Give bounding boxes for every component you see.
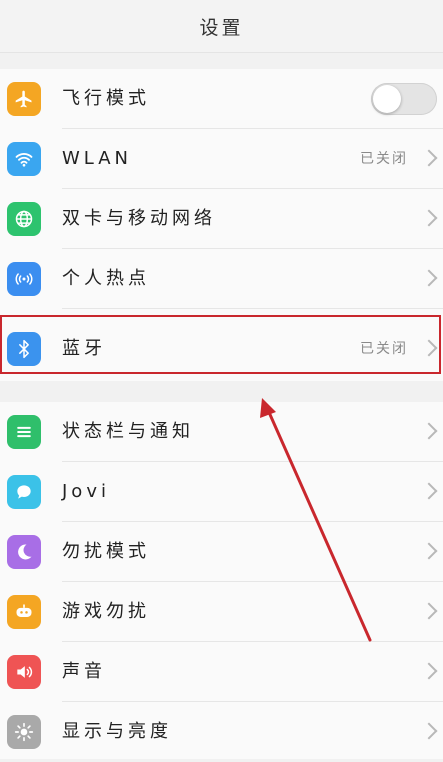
settings-item-wlan[interactable]: WLAN 已关闭	[0, 129, 443, 189]
moon-icon	[7, 535, 41, 569]
chevron-right-icon	[420, 339, 438, 357]
status-text: 已关闭	[360, 341, 408, 357]
page-title: 设置	[199, 16, 244, 39]
jovi-icon	[7, 475, 41, 509]
chevron-right-icon	[420, 482, 438, 500]
settings-item-label: 双卡与移动网络	[62, 208, 216, 229]
settings-item-label: WLAN	[62, 148, 133, 169]
settings-item-display-brightness[interactable]: 显示与亮度	[0, 702, 443, 762]
settings-item-do-not-disturb[interactable]: 勿扰模式	[0, 522, 443, 582]
settings-group-connectivity: 飞行模式 WLAN 已关闭 双卡与移动网络 个人热点 蓝牙 已关闭	[0, 69, 443, 381]
globe-icon	[7, 202, 41, 236]
wifi-icon	[7, 142, 41, 176]
settings-item-personal-hotspot[interactable]: 个人热点	[0, 249, 443, 309]
settings-item-airplane-mode[interactable]: 飞行模式	[0, 69, 443, 129]
chevron-right-icon	[420, 602, 438, 620]
settings-item-status-bar-notifications[interactable]: 状态栏与通知	[0, 402, 443, 462]
settings-item-label: 显示与亮度	[62, 721, 172, 742]
chevron-right-icon	[420, 269, 438, 287]
chevron-right-icon	[420, 542, 438, 560]
settings-item-sound[interactable]: 声音	[0, 642, 443, 702]
settings-item-label: 状态栏与通知	[62, 421, 194, 442]
settings-item-jovi[interactable]: Jovi	[0, 462, 443, 522]
chevron-right-icon	[420, 662, 438, 680]
hotspot-icon	[7, 262, 41, 296]
settings-item-label: 声音	[62, 661, 106, 682]
divider	[62, 308, 443, 309]
settings-item-label: 飞行模式	[62, 88, 150, 109]
chevron-right-icon	[420, 209, 438, 227]
settings-item-dual-sim-mobile-network[interactable]: 双卡与移动网络	[0, 189, 443, 249]
speaker-icon	[7, 655, 41, 689]
toggle-knob	[373, 85, 401, 113]
settings-group-display-sound: 状态栏与通知 Jovi 勿扰模式 游戏勿扰 声音 显示与亮度	[0, 402, 443, 759]
settings-item-label: 蓝牙	[62, 338, 106, 359]
bluetooth-icon	[7, 332, 41, 366]
airplane-icon	[7, 82, 41, 116]
notification-list-icon	[7, 415, 41, 449]
brightness-icon	[7, 715, 41, 749]
settings-item-label: 个人热点	[62, 268, 150, 289]
airplane-mode-toggle[interactable]	[371, 83, 437, 115]
settings-item-label: 游戏勿扰	[62, 601, 150, 622]
chevron-right-icon	[420, 422, 438, 440]
settings-item-label: 勿扰模式	[62, 541, 150, 562]
settings-item-bluetooth[interactable]: 蓝牙 已关闭	[0, 319, 443, 379]
chevron-right-icon	[420, 149, 438, 167]
chevron-right-icon	[420, 722, 438, 740]
header-bar: 设置	[0, 0, 443, 53]
gamepad-icon	[7, 595, 41, 629]
status-text: 已关闭	[360, 151, 408, 167]
settings-item-label: Jovi	[62, 481, 110, 502]
settings-item-game-do-not-disturb[interactable]: 游戏勿扰	[0, 582, 443, 642]
